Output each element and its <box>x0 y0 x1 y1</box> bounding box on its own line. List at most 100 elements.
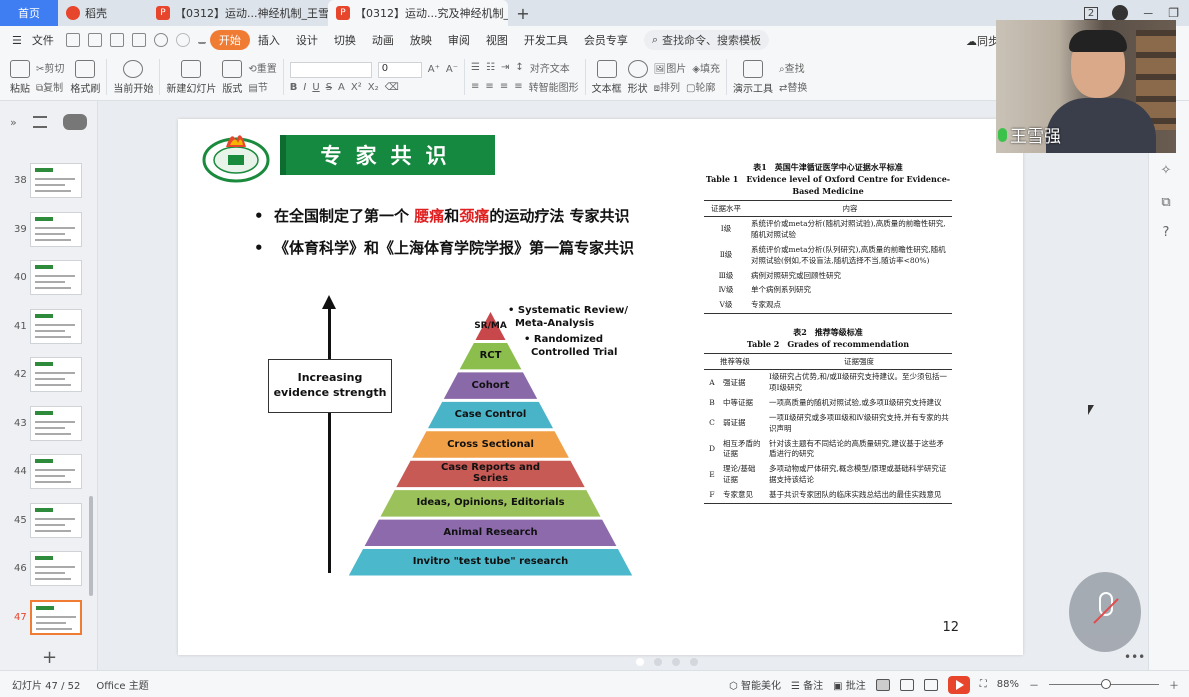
justify-icon[interactable]: ≡ <box>514 81 522 92</box>
clear-format-icon[interactable]: ⌫ <box>385 82 399 93</box>
replace-button[interactable]: ⇄替换 <box>779 79 807 94</box>
help-icon[interactable]: ? <box>1157 225 1175 243</box>
layout-button[interactable]: 版式 <box>222 59 243 95</box>
tab-review[interactable]: 审阅 <box>440 32 478 48</box>
slide-thumbnail[interactable]: 45 <box>0 501 96 541</box>
align-left-icon[interactable]: ≡ <box>471 81 479 92</box>
notes-button[interactable]: ☰ 备注 <box>791 677 823 692</box>
align-right-icon[interactable]: ≡ <box>500 81 508 92</box>
collapse-panel-icon[interactable]: » <box>10 116 17 129</box>
to-smartart-button[interactable]: 转智能图形 <box>529 79 579 94</box>
presenter-tools-button[interactable]: 演示工具 <box>733 59 773 95</box>
arrange-button[interactable]: ⧈排列 <box>654 79 680 94</box>
slide-thumbnail[interactable]: 39 <box>0 210 96 250</box>
sync-button[interactable]: ☁同步 <box>966 33 999 49</box>
step-dot[interactable] <box>636 658 644 666</box>
add-slide-button[interactable]: + <box>42 647 57 668</box>
zoom-slider[interactable] <box>1049 679 1159 689</box>
tab-view[interactable]: 视图 <box>478 32 516 48</box>
tab-developer[interactable]: 开发工具 <box>516 32 576 48</box>
decrease-font-icon[interactable]: A⁻ <box>446 64 458 75</box>
slide-thumbnail[interactable]: 40 <box>0 258 96 298</box>
new-tab-button[interactable]: + <box>508 0 538 26</box>
pin-icon[interactable]: ✧ <box>1157 163 1175 181</box>
minimize-button[interactable]: － <box>1142 5 1154 22</box>
slide-thumbnail[interactable]: 42 <box>0 355 96 395</box>
slide-thumbnail[interactable]: 47 <box>0 598 96 638</box>
fill-button[interactable]: ◈填充 <box>692 60 720 75</box>
align-text-button[interactable]: 对齐文本 <box>530 60 570 75</box>
slide-thumbnail[interactable]: 41 <box>0 307 96 347</box>
underline-icon[interactable]: U <box>312 82 319 93</box>
zoom-in-button[interactable]: ＋ <box>1169 677 1179 692</box>
italic-icon[interactable]: I <box>303 82 306 93</box>
slide-thumbnail[interactable]: 44 <box>0 452 96 492</box>
print-preview-icon[interactable] <box>131 33 146 47</box>
step-dot[interactable] <box>672 658 680 666</box>
copy-panel-icon[interactable]: ⧉ <box>1157 195 1175 213</box>
bullet-list-icon[interactable]: ☰ <box>471 62 480 73</box>
tab-docer[interactable]: 稻壳 <box>58 0 148 26</box>
export-pdf-icon[interactable] <box>87 33 102 47</box>
command-search[interactable]: ⌕ 查找命令、搜索模板 <box>643 30 770 50</box>
tab-design[interactable]: 设计 <box>288 32 326 48</box>
more-options-icon[interactable]: ••• <box>1124 650 1145 664</box>
tab-start[interactable]: 开始 <box>209 30 250 50</box>
save-icon[interactable] <box>65 33 80 47</box>
format-painter-button[interactable]: 格式刷 <box>70 59 100 95</box>
slide-47[interactable]: 专家共识 • 在全国制定了第一个 腰痛和颈痛的运动疗法 专家共识 • 《体育科学… <box>178 119 1023 655</box>
new-slide-button[interactable]: 新建幻灯片 <box>166 59 216 95</box>
reset-button[interactable]: ⟲重置 <box>248 60 276 75</box>
copy-button[interactable]: ⧉复制 <box>36 79 63 94</box>
hamburger-icon[interactable]: ☰ <box>10 34 24 47</box>
outline-button[interactable]: ▢轮廓 <box>686 79 715 94</box>
font-name-select[interactable] <box>289 61 372 78</box>
step-dot[interactable] <box>654 658 662 666</box>
panel-scrollbar[interactable] <box>89 496 93 596</box>
bold-icon[interactable]: B <box>290 82 298 93</box>
outline-view-icon[interactable] <box>32 116 47 128</box>
tab-animation[interactable]: 动画 <box>364 32 402 48</box>
normal-view-icon[interactable] <box>875 678 890 691</box>
subscript-icon[interactable]: X₂ <box>368 82 379 93</box>
tab-home[interactable]: 首页 <box>0 0 58 26</box>
presenter-video[interactable]: 王雪强 <box>996 20 1176 153</box>
align-center-icon[interactable]: ≡ <box>485 81 493 92</box>
undo-icon[interactable] <box>153 33 168 47</box>
cut-button[interactable]: ✂剪切 <box>36 60 64 75</box>
comments-button[interactable]: ▣ 批注 <box>833 677 866 692</box>
superscript-icon[interactable]: X² <box>351 82 362 93</box>
step-dot[interactable] <box>690 658 698 666</box>
file-menu[interactable]: 文件 <box>24 32 62 48</box>
window-count-badge[interactable]: 2 <box>1083 6 1099 20</box>
numbered-list-icon[interactable]: ☷ <box>486 62 495 73</box>
play-from-current-button[interactable]: 当前开始 <box>113 59 153 95</box>
indent-icon[interactable]: ⇥ <box>501 62 509 73</box>
redo-icon[interactable] <box>175 33 190 47</box>
tab-file-2[interactable]: P【0312】运动...究及神经机制_2● <box>328 0 508 26</box>
slide-sorter-icon[interactable] <box>899 678 914 691</box>
zoom-level[interactable]: 88% <box>997 679 1019 690</box>
strikethrough-icon[interactable]: S <box>326 82 332 93</box>
slide-thumbnail[interactable]: 43 <box>0 404 96 444</box>
zoom-slider-knob[interactable] <box>1101 679 1111 689</box>
tab-file-1[interactable]: P【0312】运动...神经机制_王雪强● <box>148 0 328 26</box>
tab-member[interactable]: 会员专享 <box>576 32 636 48</box>
tab-insert[interactable]: 插入 <box>250 32 288 48</box>
section-button[interactable]: ▤节 <box>248 79 267 94</box>
tab-slideshow[interactable]: 放映 <box>402 32 440 48</box>
restore-button[interactable]: ❐ <box>1168 6 1179 20</box>
user-avatar[interactable] <box>1112 5 1129 21</box>
paste-button[interactable]: 粘贴 <box>10 59 30 95</box>
slide-thumbnail[interactable]: 38 <box>0 161 96 201</box>
increase-font-icon[interactable]: A⁺ <box>428 64 440 75</box>
picture-button[interactable]: 🖼图片 <box>654 60 687 75</box>
slide-thumbnail[interactable]: 46 <box>0 549 96 589</box>
zoom-out-button[interactable]: － <box>1029 677 1039 692</box>
theme-name[interactable]: Office 主题 <box>96 677 148 692</box>
fit-window-icon[interactable]: ⛶ <box>980 679 987 690</box>
text-box-button[interactable]: 文本框 <box>592 59 622 95</box>
tab-transition[interactable]: 切换 <box>326 32 364 48</box>
find-button[interactable]: ⌕查找 <box>779 60 805 75</box>
mute-microphone-button[interactable] <box>1069 572 1141 652</box>
